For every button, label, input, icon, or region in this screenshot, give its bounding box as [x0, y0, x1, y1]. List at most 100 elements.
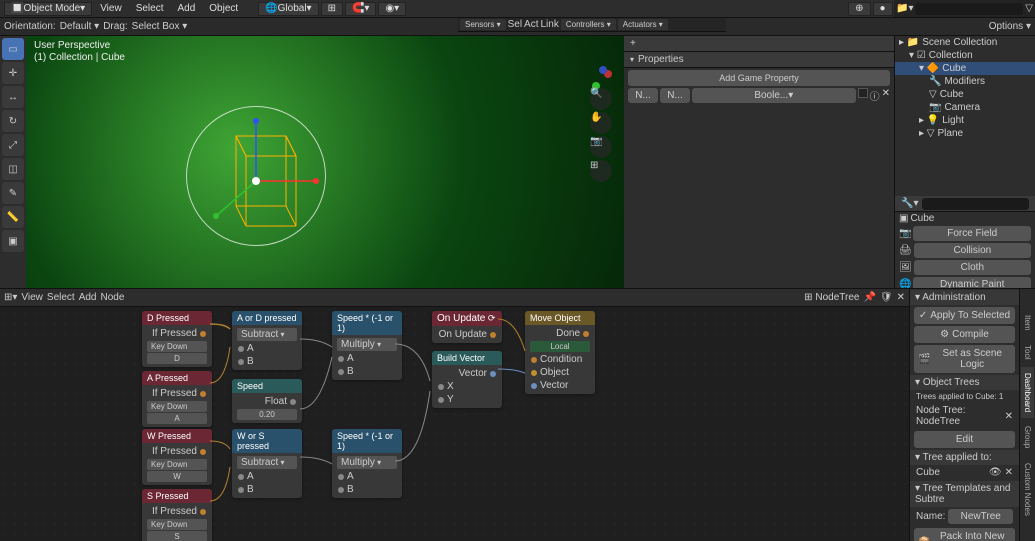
zoom-icon[interactable]: 🔍 [590, 88, 612, 110]
scene-collection[interactable]: ▸ 📁 Scene Collection [895, 36, 1035, 49]
eye-icon[interactable]: 👁 [989, 467, 1002, 478]
apply-button[interactable]: ✓Apply To Selected [914, 307, 1015, 324]
remove-tree-icon[interactable]: ✕ [1005, 411, 1013, 422]
outliner-modifiers[interactable]: 🔧 Modifiers [895, 75, 1035, 88]
tool-annotate[interactable]: ✎ [2, 182, 24, 204]
node-select[interactable]: Select [47, 292, 75, 303]
menu-object[interactable]: Object [203, 1, 244, 16]
menu-select[interactable]: Select [130, 1, 170, 16]
proportional-icon[interactable]: ◉▾ [378, 2, 406, 16]
vtab-item[interactable]: Item [1021, 309, 1034, 337]
snap-icon[interactable]: ⊞ [321, 2, 343, 16]
remove-icon[interactable]: ✕ [1005, 467, 1013, 478]
compile-button[interactable]: ⚙Compile [914, 326, 1015, 343]
tool-transform[interactable]: ◫ [2, 158, 24, 180]
setscene-button[interactable]: 🎬Set as Scene Logic [914, 345, 1015, 373]
drag-dropdown[interactable]: Select Box ▾ [132, 21, 188, 32]
persp-icon[interactable]: ⊞ [590, 160, 612, 182]
magnet-icon[interactable]: 🧲▾ [345, 2, 376, 16]
x-icon[interactable]: ✕ [897, 292, 905, 303]
outliner-search[interactable] [915, 3, 1023, 15]
node-move-object[interactable]: Move Object Done Local Condition Object … [525, 311, 595, 394]
newtree-field[interactable]: NewTree [948, 509, 1013, 524]
tool-rotate[interactable]: ↻ [2, 110, 24, 132]
pan-icon[interactable]: ✋ [590, 112, 612, 134]
menu-add[interactable]: Add [171, 1, 201, 16]
tab-actuators[interactable]: Actuators ▾ [618, 19, 668, 30]
node-d-pressed[interactable]: D Pressed If Pressed Key DownD [142, 311, 212, 367]
prop-checkbox[interactable] [858, 88, 868, 98]
prop-type[interactable]: Boole...▾ [692, 88, 856, 103]
props-mode-icon[interactable]: 🔧▾ [901, 198, 918, 209]
tool-cursor[interactable]: ✛ [2, 62, 24, 84]
outliner-light[interactable]: ▸ 💡 Light [895, 114, 1035, 127]
node-w-or-s[interactable]: W or S pressed Subtract ▾ A B [232, 429, 302, 498]
sel-icon[interactable]: Sel [508, 19, 522, 30]
scene-tab-icon[interactable]: 🌐 [899, 279, 911, 288]
templates-section[interactable]: Tree Templates and Subtre [915, 483, 1010, 505]
collection[interactable]: ▾ ☑ Collection [895, 49, 1035, 62]
node-w-pressed[interactable]: W Pressed If Pressed Key DownW [142, 429, 212, 485]
admin-section[interactable]: Administration [922, 292, 985, 303]
node-canvas[interactable]: ⊞▾ View Select Add Node ⊞ NodeTree 📌 🛡 ✕ [0, 289, 909, 541]
objtrees-section[interactable]: Object Trees [923, 377, 980, 388]
node-multiply-1[interactable]: Speed * (-1 or 1) Multiply ▾ A B [332, 311, 402, 380]
cloth-button[interactable]: Cloth [914, 260, 1031, 275]
filter-icon[interactable]: ▽ [1025, 3, 1033, 14]
tool-measure[interactable]: 📏 [2, 206, 24, 228]
global-dropdown[interactable]: 🌐 Global ▾ [258, 2, 318, 16]
treeapplied-section[interactable]: Tree applied to: [923, 452, 992, 463]
nodetree-dropdown[interactable]: ⊞ NodeTree [804, 292, 859, 303]
shield-icon[interactable]: 🛡 [880, 292, 893, 303]
viewport-3d[interactable]: User Perspective(1) Collection | Cube [26, 36, 624, 288]
tool-move[interactable]: ↔ [2, 86, 24, 108]
node-on-update[interactable]: On Update ⟳ On Update [432, 311, 502, 343]
tool-addcube[interactable]: ▣ [2, 230, 24, 252]
vtab-dashboard[interactable]: Dashboard [1021, 367, 1034, 418]
node-s-pressed[interactable]: S Pressed If Pressed Key DownS [142, 489, 212, 541]
plus-icon[interactable]: + [630, 38, 636, 49]
vtab-tool[interactable]: Tool [1021, 339, 1034, 366]
vtab-custom[interactable]: Custom Nodes [1021, 457, 1034, 522]
pin-icon[interactable]: 📌 [863, 292, 875, 303]
camera-icon[interactable]: 📷 [590, 136, 612, 158]
pack-button[interactable]: 📦Pack Into New Tree [914, 528, 1015, 541]
tool-scale[interactable]: ⤢ [2, 134, 24, 156]
view-tab-icon[interactable]: 🖼 [899, 262, 912, 273]
shading-solid-icon[interactable]: ● [873, 2, 893, 16]
dynpaint-button[interactable]: Dynamic Paint [913, 277, 1031, 288]
outliner-plane[interactable]: ▸ ▽ Plane [895, 127, 1035, 140]
node-a-pressed[interactable]: A Pressed If Pressed Key DownA [142, 371, 212, 427]
add-game-property-button[interactable]: Add Game Property [628, 70, 890, 86]
render-tab-icon[interactable]: 📷 [899, 228, 911, 239]
outliner-cube-data[interactable]: ▽ Cube [895, 88, 1035, 101]
orientation-dropdown[interactable]: Default ▾ [60, 21, 100, 32]
node-build-vector[interactable]: Build Vector Vector X Y [432, 351, 502, 408]
shading-wireframe-icon[interactable]: ⊕ [848, 2, 870, 16]
output-tab-icon[interactable]: 🖨 [899, 245, 912, 256]
node-speed[interactable]: Speed Float 0.20 [232, 379, 302, 423]
outliner-mode-icon[interactable]: 📁▾ [896, 3, 913, 14]
selected-cube-gizmo[interactable] [186, 106, 326, 246]
node-node[interactable]: Node [101, 292, 125, 303]
edit-button[interactable]: Edit [914, 431, 1015, 448]
node-add[interactable]: Add [79, 292, 97, 303]
tab-controllers[interactable]: Controllers ▾ [561, 19, 616, 30]
act-icon[interactable]: Act [524, 19, 538, 30]
close-icon[interactable]: ✕ [882, 88, 890, 103]
node-a-or-d[interactable]: A or D pressed Subtract ▾ A B [232, 311, 302, 370]
props-search[interactable] [922, 198, 1029, 210]
tool-select[interactable]: ▭ [2, 38, 24, 60]
tab-sensors[interactable]: Sensors ▾ [460, 19, 506, 30]
node-multiply-2[interactable]: Speed * (-1 or 1) Multiply ▾ A B [332, 429, 402, 498]
vtab-group[interactable]: Group [1021, 420, 1034, 454]
options-dropdown[interactable]: Options ▾ [989, 21, 1031, 32]
collision-button[interactable]: Collision [914, 243, 1031, 258]
menu-view[interactable]: View [94, 1, 128, 16]
info-icon[interactable]: ⓘ [870, 88, 880, 103]
forcefield-button[interactable]: Force Field [913, 226, 1031, 241]
prop-new[interactable]: N... [660, 88, 690, 103]
node-view[interactable]: View [21, 292, 43, 303]
mode-dropdown[interactable]: 🔲 Object Mode ▾ [4, 2, 92, 16]
outliner-cube[interactable]: ▾ 🔶 Cube [895, 62, 1035, 75]
